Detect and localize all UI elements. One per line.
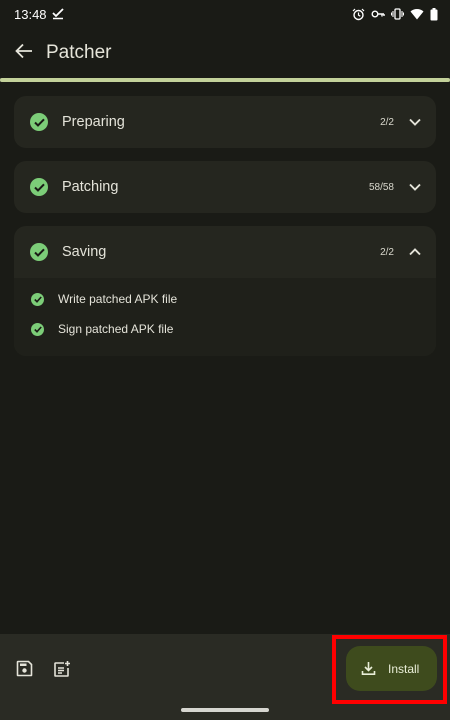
download-icon <box>360 661 376 677</box>
arrow-back-icon <box>15 43 33 64</box>
page-title: Patcher <box>46 42 112 63</box>
check-circle-icon <box>30 113 48 131</box>
bottom-app-bar: Install <box>0 634 450 720</box>
chevron-down-icon[interactable] <box>408 115 422 129</box>
install-button[interactable]: Install <box>346 646 437 691</box>
subitem-label: Write patched APK file <box>58 292 178 306</box>
subitem-label: Sign patched APK file <box>58 322 174 336</box>
step-count: 2/2 <box>380 246 394 258</box>
vibrate-icon <box>391 8 404 20</box>
step-header-preparing[interactable]: Preparing 2/2 <box>14 96 436 148</box>
step-header-patching[interactable]: Patching 58/58 <box>14 161 436 213</box>
check-download-icon <box>51 6 65 23</box>
status-left: 13:48 <box>14 6 65 23</box>
progress-fill <box>0 78 450 82</box>
step-card-patching: Patching 58/58 <box>14 161 436 213</box>
install-label: Install <box>388 661 420 676</box>
check-circle-icon <box>31 292 44 306</box>
step-card-preparing: Preparing 2/2 <box>14 96 436 148</box>
check-circle-icon <box>30 243 48 261</box>
step-subitems: Write patched APK file Sign patched APK … <box>14 278 436 356</box>
check-circle-icon <box>31 322 44 336</box>
step-card-saving: Saving 2/2 Write patched APK file Sign p… <box>14 226 436 356</box>
vpn-key-icon <box>371 9 385 19</box>
step-count: 2/2 <box>380 116 394 128</box>
check-circle-icon <box>30 178 48 196</box>
chevron-down-icon[interactable] <box>408 180 422 194</box>
post-add-icon <box>53 660 71 683</box>
back-button[interactable] <box>12 41 36 65</box>
battery-icon <box>430 7 438 21</box>
alarm-icon <box>352 8 365 21</box>
step-header-saving[interactable]: Saving 2/2 <box>14 226 436 278</box>
step-title: Preparing <box>62 114 125 130</box>
status-bar: 13:48 <box>0 0 450 28</box>
app-bar: Patcher <box>0 28 450 78</box>
list-item: Sign patched APK file <box>14 314 436 344</box>
save-button[interactable] <box>14 660 34 682</box>
status-time: 13:48 <box>14 6 47 22</box>
chevron-up-icon[interactable] <box>408 245 422 259</box>
save-icon <box>16 660 33 682</box>
status-right <box>352 7 438 21</box>
list-item: Write patched APK file <box>14 284 436 314</box>
step-title: Patching <box>62 179 119 195</box>
step-count: 58/58 <box>368 181 394 193</box>
step-title: Saving <box>62 244 107 260</box>
wifi-icon <box>410 8 424 20</box>
screen: 13:48 Patcher Preparing 2/2 Patching 58/… <box>0 0 450 720</box>
gesture-handle[interactable] <box>181 708 269 712</box>
progress-bar <box>0 78 450 82</box>
steps-list: Preparing 2/2 Patching 58/58 Saving 2/2 … <box>14 96 436 369</box>
export-log-button[interactable] <box>52 660 72 683</box>
